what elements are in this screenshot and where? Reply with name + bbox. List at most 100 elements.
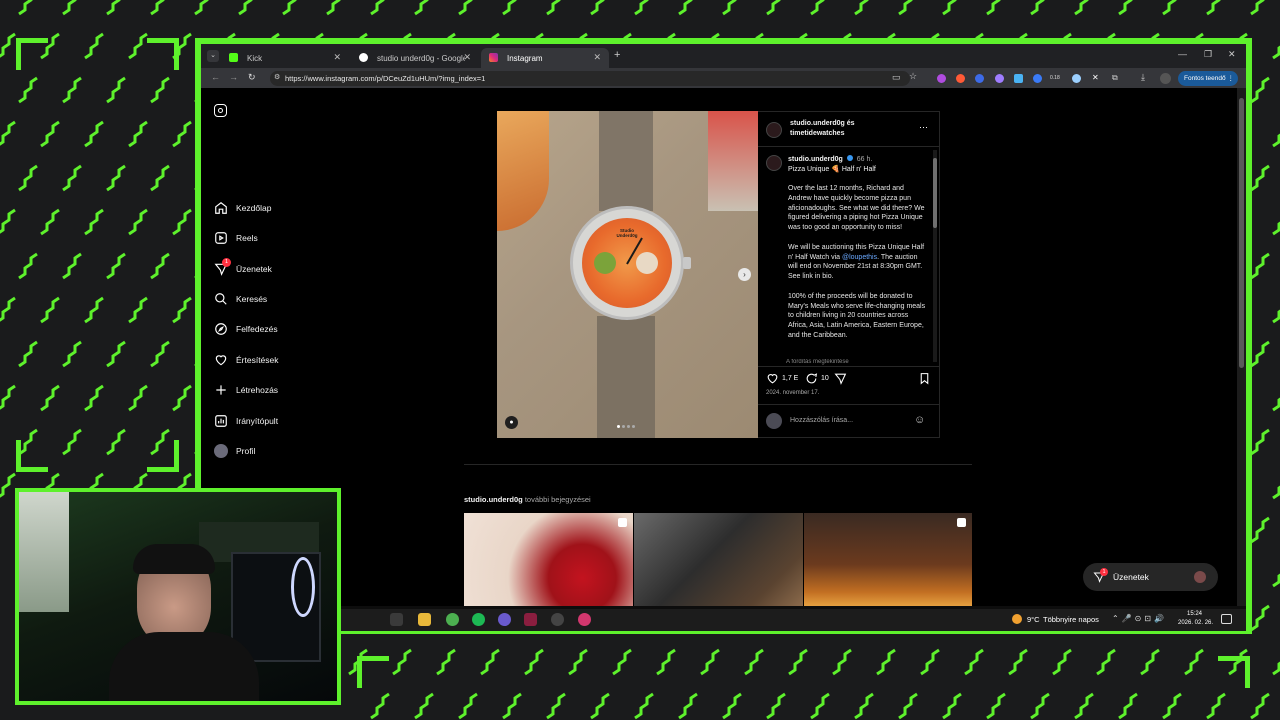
extension-icon[interactable] xyxy=(956,74,965,83)
zigzag-decoration xyxy=(1250,164,1270,192)
sidebar-item-reels[interactable]: Reels xyxy=(214,231,258,245)
extension-count[interactable]: 0.18 xyxy=(1050,75,1060,81)
app-icon[interactable] xyxy=(524,613,537,626)
notification-center-icon[interactable] xyxy=(1221,614,1232,624)
restore-button[interactable]: ❐ xyxy=(1204,49,1212,60)
see-translation-link[interactable]: A fordítás megtekintése xyxy=(786,359,849,365)
minimize-button[interactable]: — xyxy=(1178,49,1187,59)
tab-search-button[interactable]: ⌄ xyxy=(207,50,219,62)
comment-input[interactable]: Hozzászólás írása... xyxy=(790,417,853,424)
zigzag-decoration xyxy=(128,384,148,412)
zigzag-decoration xyxy=(194,0,209,16)
like-heart-icon[interactable] xyxy=(766,372,779,385)
share-icon[interactable] xyxy=(834,372,847,385)
zigzag-decoration xyxy=(84,208,104,236)
extensions-puzzle-icon[interactable]: ⧉ xyxy=(1112,73,1118,83)
close-icon[interactable]: ✕ xyxy=(593,52,601,63)
app-icon[interactable] xyxy=(498,613,511,626)
file-explorer-icon[interactable] xyxy=(418,613,431,626)
zigzag-decoration xyxy=(1140,648,1160,676)
task-view-icon[interactable] xyxy=(390,613,403,626)
sidebar-item-dashboard[interactable]: Irányítópult xyxy=(214,414,278,428)
spotify-icon[interactable] xyxy=(472,613,485,626)
more-posts-author[interactable]: studio.underd0g xyxy=(464,495,523,504)
messages-pill[interactable]: 1 Üzenetek xyxy=(1083,563,1218,591)
extension-icon[interactable] xyxy=(975,74,984,83)
more-options-icon[interactable]: ⋯ xyxy=(919,122,928,133)
current-user-avatar xyxy=(766,413,782,429)
sidebar-item-notifications[interactable]: Értesítések xyxy=(214,353,279,367)
clock-time[interactable]: 15:24 xyxy=(1187,611,1202,617)
extension-icon[interactable] xyxy=(937,74,946,83)
sidebar-item-explore[interactable]: Felfedezés xyxy=(214,322,278,336)
like-count[interactable]: 1,7 E xyxy=(782,375,798,382)
new-tab-button[interactable]: + xyxy=(614,49,620,61)
weather-text[interactable]: Többnyire napos xyxy=(1043,615,1099,624)
zigzag-decoration xyxy=(1250,692,1270,720)
tab-google[interactable]: studio underd0g - Google-kere ✕ xyxy=(351,48,479,68)
user-tag-icon[interactable]: ● xyxy=(505,416,518,429)
comment-icon[interactable] xyxy=(805,372,818,385)
author-avatar[interactable] xyxy=(766,122,782,138)
reload-icon[interactable]: ↻ xyxy=(248,72,256,83)
scrollbar-thumb[interactable] xyxy=(1239,98,1244,368)
comment-count[interactable]: 10 xyxy=(821,375,829,382)
post-thumbnail[interactable] xyxy=(464,513,633,606)
cast-icon[interactable]: ▭ xyxy=(892,72,901,83)
clock-date[interactable]: 2026. 02. 26. xyxy=(1178,620,1213,626)
post-time: 66 h. xyxy=(856,156,873,163)
collab-names-line1[interactable]: studio.underd0g és xyxy=(790,120,855,127)
page-scrollbar[interactable] xyxy=(1237,88,1246,606)
sidebar-item-search[interactable]: Keresés xyxy=(214,292,267,306)
download-icon[interactable]: ⤓ xyxy=(1141,72,1145,83)
zigzag-decoration xyxy=(106,340,126,368)
instagram-logo-icon[interactable] xyxy=(214,104,227,117)
site-info-icon[interactable]: ⚙ xyxy=(274,73,280,81)
tab-kick[interactable]: Kick ✕ xyxy=(221,48,349,68)
sidebar-item-messages[interactable]: Üzenetek 1 xyxy=(214,258,272,276)
extension-icon[interactable]: ✕ xyxy=(1092,73,1099,82)
verified-icon xyxy=(846,155,853,161)
zigzag-decoration xyxy=(1272,485,1280,500)
close-icon[interactable]: ✕ xyxy=(463,52,471,63)
extension-icon[interactable] xyxy=(1033,74,1042,83)
profile-button-label: Fontos teendő xyxy=(1184,75,1226,82)
extension-icon[interactable] xyxy=(1072,74,1081,83)
app-icon[interactable] xyxy=(551,613,564,626)
window-close-button[interactable]: ✕ xyxy=(1228,49,1236,60)
address-bar[interactable]: https://www.instagram.com/p/DCeuZd1uHUm/… xyxy=(270,71,910,86)
zigzag-decoration xyxy=(876,648,896,676)
chrome-icon[interactable] xyxy=(446,613,459,626)
extension-icon[interactable] xyxy=(995,74,1004,83)
collab-names-line2[interactable]: timetidewatches xyxy=(790,130,844,137)
mention-link[interactable]: @loupethis xyxy=(842,254,877,261)
forward-icon[interactable]: → xyxy=(229,72,238,82)
post-image[interactable]: Studio Underd0g ● › xyxy=(497,111,758,438)
post-thumbnail[interactable] xyxy=(804,513,972,606)
profile-avatar[interactable] xyxy=(1160,73,1171,84)
tab-instagram[interactable]: Instagram ✕ xyxy=(481,48,609,68)
caption-author[interactable]: studio.underd0g xyxy=(788,156,843,163)
sidebar-item-profile[interactable]: Profil xyxy=(214,444,255,458)
sidebar-item-home[interactable]: Kezdőlap xyxy=(214,201,271,215)
zigzag-decoration xyxy=(1250,0,1265,16)
back-icon[interactable]: ← xyxy=(211,72,220,82)
profile-button[interactable]: Fontos teendő ⋮ xyxy=(1178,71,1238,86)
next-image-button[interactable]: › xyxy=(738,268,751,281)
sidebar-item-create[interactable]: Létrehozás xyxy=(214,383,278,397)
save-bookmark-icon[interactable] xyxy=(918,372,931,385)
weather-temp[interactable]: 9°C xyxy=(1027,615,1040,624)
extension-icon[interactable] xyxy=(1014,74,1023,83)
bookmark-star-icon[interactable]: ☆ xyxy=(909,71,917,82)
close-icon[interactable]: ✕ xyxy=(333,52,341,63)
app-icon[interactable] xyxy=(578,613,591,626)
scrollbar-thumb[interactable] xyxy=(933,158,937,228)
tray-icons[interactable]: ⌃🎤⊙⊡🔊 xyxy=(1112,614,1167,623)
caption-scrollbar[interactable] xyxy=(933,150,937,362)
zigzag-decoration xyxy=(128,120,148,148)
caption-author-avatar[interactable] xyxy=(766,155,782,171)
post-thumbnail[interactable] xyxy=(634,513,803,606)
carousel-dot xyxy=(632,425,635,428)
emoji-icon[interactable]: ☺ xyxy=(914,414,925,426)
zigzag-decoration xyxy=(62,340,82,368)
